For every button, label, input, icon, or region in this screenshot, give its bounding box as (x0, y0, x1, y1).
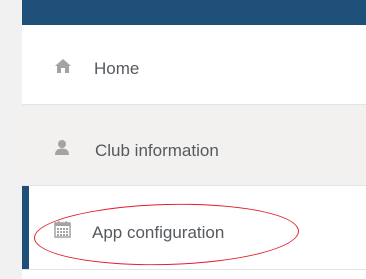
sidebar-item-label: Club information (95, 141, 219, 160)
app-frame: Home Club information App configuration (0, 0, 366, 279)
sidebar-item-next[interactable] (22, 270, 366, 279)
sidebar-item-club-information[interactable]: Club information (22, 105, 366, 186)
red-annotation-ellipse (33, 200, 300, 269)
user-icon (53, 138, 71, 156)
sidebar-item-label: Home (94, 59, 140, 78)
home-icon (54, 57, 72, 75)
active-indicator (22, 186, 29, 269)
sidebar-nav: Home Club information App configuration (22, 25, 366, 279)
top-bar (22, 0, 366, 25)
sidebar-item-home[interactable]: Home (22, 25, 366, 105)
sidebar-item-app-configuration[interactable]: App configuration (22, 186, 366, 270)
left-gutter (0, 0, 22, 279)
